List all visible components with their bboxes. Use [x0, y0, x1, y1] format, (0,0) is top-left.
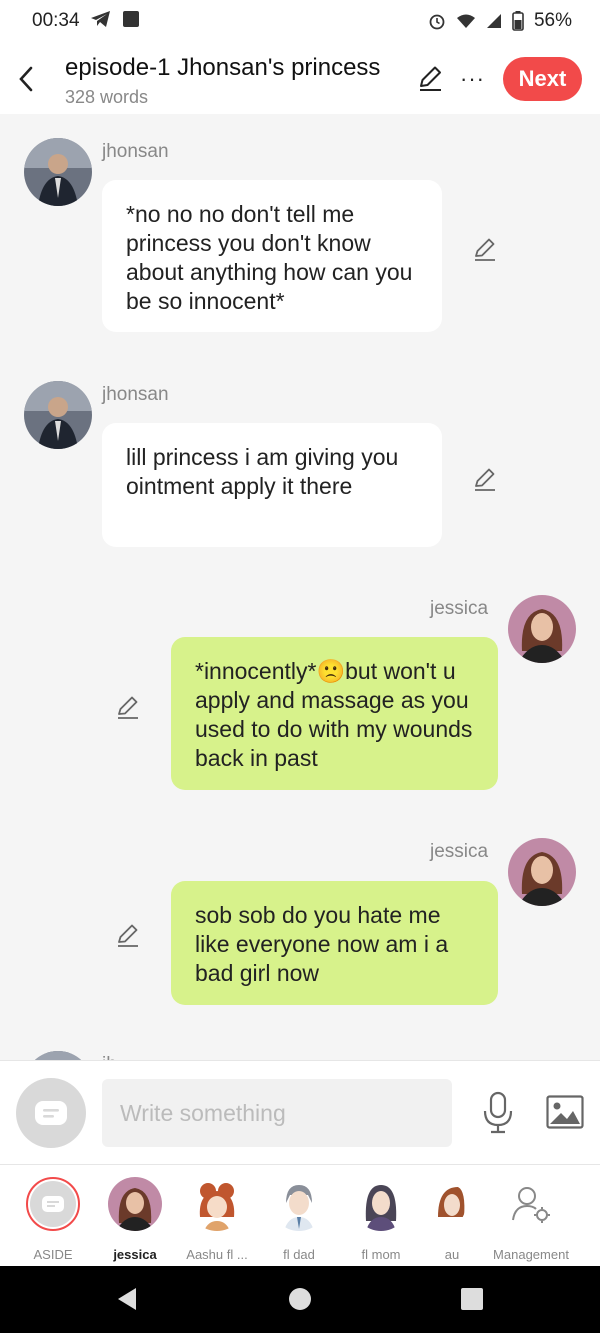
user-settings-icon	[512, 1187, 550, 1223]
telegram-icon	[91, 11, 110, 27]
sender-name: jhonsan	[102, 141, 169, 162]
edit-message-icon[interactable]	[472, 236, 498, 262]
avatar-jessica[interactable]	[508, 595, 576, 663]
character-label: fl mom	[361, 1247, 401, 1262]
avatar-jhonsan[interactable]	[24, 381, 92, 449]
chat-area[interactable]: jhonsan *no no no don't tell me princess…	[0, 114, 600, 1060]
character-jessica[interactable]: jessica	[94, 1177, 176, 1262]
aside-avatar	[26, 1177, 80, 1231]
nav-recents-icon[interactable]	[460, 1287, 484, 1311]
alarm-icon	[429, 14, 445, 30]
character-au[interactable]: au	[420, 1177, 484, 1262]
app-square-icon	[123, 11, 139, 27]
character-avatar	[272, 1177, 326, 1231]
back-button[interactable]	[14, 62, 38, 96]
system-nav-bar	[0, 1266, 600, 1333]
character-management[interactable]: Management	[486, 1177, 576, 1262]
battery-percent: 56%	[533, 10, 572, 31]
character-label: au	[444, 1247, 460, 1262]
character-label: ASIDE	[33, 1247, 73, 1262]
avatar-jhonsan[interactable]	[24, 1051, 92, 1060]
nav-back-icon[interactable]	[116, 1286, 138, 1312]
character-avatar	[438, 1177, 466, 1231]
character-avatar	[108, 1177, 162, 1231]
message-bubble[interactable]: sob sob do you hate me like everyone now…	[171, 881, 498, 1005]
aside-chat-icon	[42, 1196, 64, 1212]
character-label: Aashu fl ...	[186, 1247, 248, 1262]
wifi-icon	[456, 14, 475, 28]
character-label: jessica	[113, 1247, 157, 1262]
image-upload-icon[interactable]	[546, 1095, 584, 1129]
edit-title-pencil-icon[interactable]	[416, 64, 444, 92]
character-selector: ASIDE jessica Aashu fl ... fl dad fl mom…	[0, 1164, 600, 1266]
edit-message-icon[interactable]	[115, 922, 141, 948]
nav-home-icon[interactable]	[288, 1287, 312, 1311]
character-aashu[interactable]: Aashu fl ...	[176, 1177, 258, 1262]
more-options-icon[interactable]: ···	[460, 66, 485, 92]
status-bar: 00:34 56%	[0, 0, 600, 44]
composer-bar: Write something	[0, 1060, 600, 1164]
character-fl-dad[interactable]: fl dad	[258, 1177, 340, 1262]
character-label: fl dad	[283, 1247, 315, 1262]
sender-name: jhonsan	[102, 384, 169, 405]
message-bubble[interactable]: *innocently*🙁but won't u apply and massa…	[171, 637, 498, 790]
chevron-left-icon	[19, 66, 33, 92]
episode-title[interactable]: episode-1 Jhonsan's princess	[65, 54, 380, 82]
message-input[interactable]: Write something	[102, 1079, 452, 1147]
sender-name: jessica	[430, 598, 489, 619]
word-count: 328 words	[65, 87, 149, 107]
status-left-icons	[90, 10, 140, 28]
edit-message-icon[interactable]	[115, 694, 141, 720]
editor-header: episode-1 Jhonsan's princess 328 words ·…	[0, 44, 600, 114]
character-fl-mom[interactable]: fl mom	[340, 1177, 422, 1262]
battery-icon	[512, 11, 524, 31]
aside-toggle-button[interactable]	[16, 1078, 86, 1148]
signal-icon	[486, 14, 501, 28]
character-avatar	[354, 1177, 408, 1231]
microphone-icon[interactable]	[482, 1091, 514, 1135]
next-button[interactable]: Next	[503, 57, 582, 101]
aside-chat-icon	[35, 1101, 67, 1125]
character-aside[interactable]: ASIDE	[12, 1177, 94, 1262]
message-text-before: *innocently*	[195, 658, 317, 684]
status-right-icons: 56%	[428, 10, 572, 32]
character-label: Management	[493, 1247, 569, 1262]
status-time: 00:34	[32, 10, 80, 31]
message-bubble[interactable]: *no no no don't tell me princess you don…	[102, 180, 442, 332]
edit-message-icon[interactable]	[472, 466, 498, 492]
sad-face-emoji: 🙁	[316, 658, 346, 684]
character-avatar	[190, 1177, 244, 1231]
message-bubble[interactable]: lill princess i am giving you ointment a…	[102, 423, 442, 547]
sender-name: jessica	[430, 841, 489, 862]
avatar-jessica[interactable]	[508, 838, 576, 906]
management-avatar	[504, 1177, 558, 1231]
avatar-jhonsan[interactable]	[24, 138, 92, 206]
